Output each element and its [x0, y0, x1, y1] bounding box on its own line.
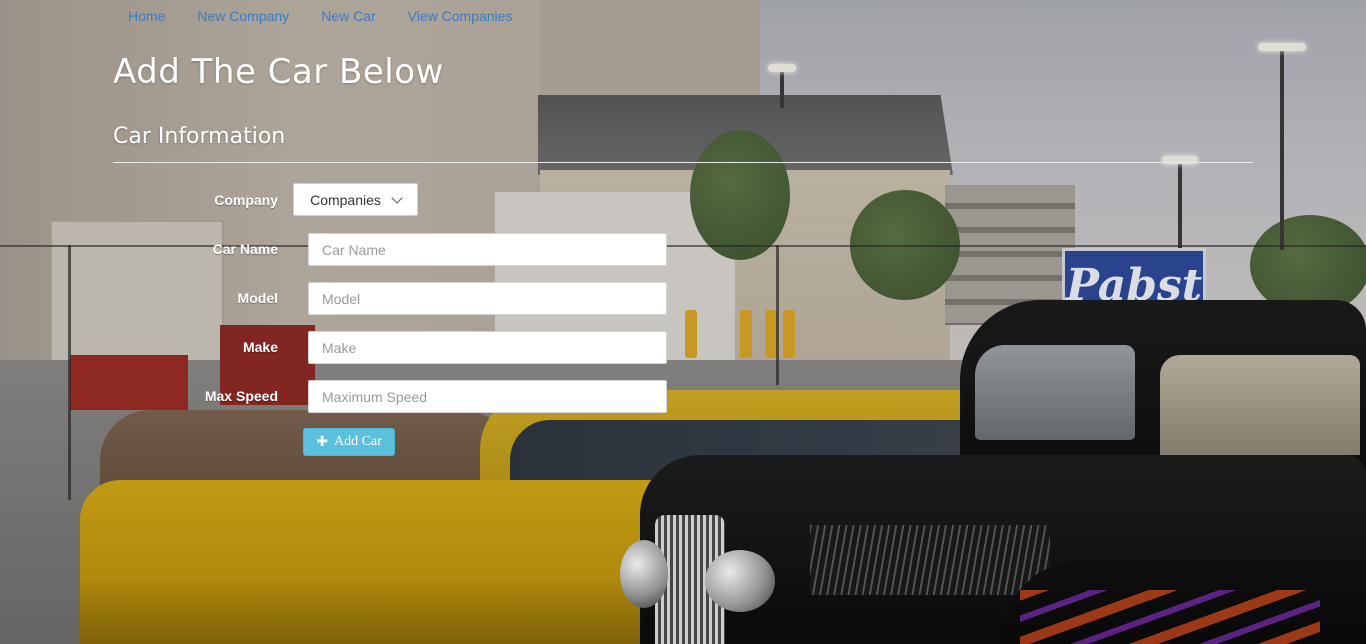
- section-title: Car Information: [113, 124, 286, 149]
- car-name-label: Car Name: [212, 241, 278, 257]
- nav-view-companies-link[interactable]: View Companies: [408, 8, 513, 24]
- add-car-label: Add Car: [333, 434, 382, 449]
- nav-new-car-link[interactable]: New Car: [321, 8, 375, 24]
- nav-new-company-link[interactable]: New Company: [197, 8, 289, 24]
- make-input[interactable]: [308, 331, 667, 364]
- add-car-button[interactable]: ✚ Add Car: [303, 428, 395, 456]
- model-input[interactable]: [308, 282, 667, 315]
- model-label: Model: [237, 290, 278, 306]
- nav-home-link[interactable]: Home: [128, 8, 165, 24]
- section-divider: [113, 162, 1253, 163]
- top-nav: Home New Company New Car View Companies: [128, 8, 512, 24]
- max-speed-label: Max Speed: [204, 388, 278, 404]
- car-name-input[interactable]: [308, 233, 667, 266]
- company-select-value: Companies: [310, 191, 381, 208]
- chevron-down-icon: [391, 191, 403, 204]
- company-select[interactable]: Companies: [293, 183, 418, 216]
- page-title: Add The Car Below: [113, 52, 444, 92]
- company-label: Company: [214, 192, 278, 208]
- background-overlay: [0, 0, 1366, 644]
- plus-icon: ✚: [316, 434, 328, 450]
- make-label: Make: [242, 339, 278, 355]
- max-speed-input[interactable]: [308, 380, 667, 413]
- background-photo: Pabst: [0, 0, 1366, 644]
